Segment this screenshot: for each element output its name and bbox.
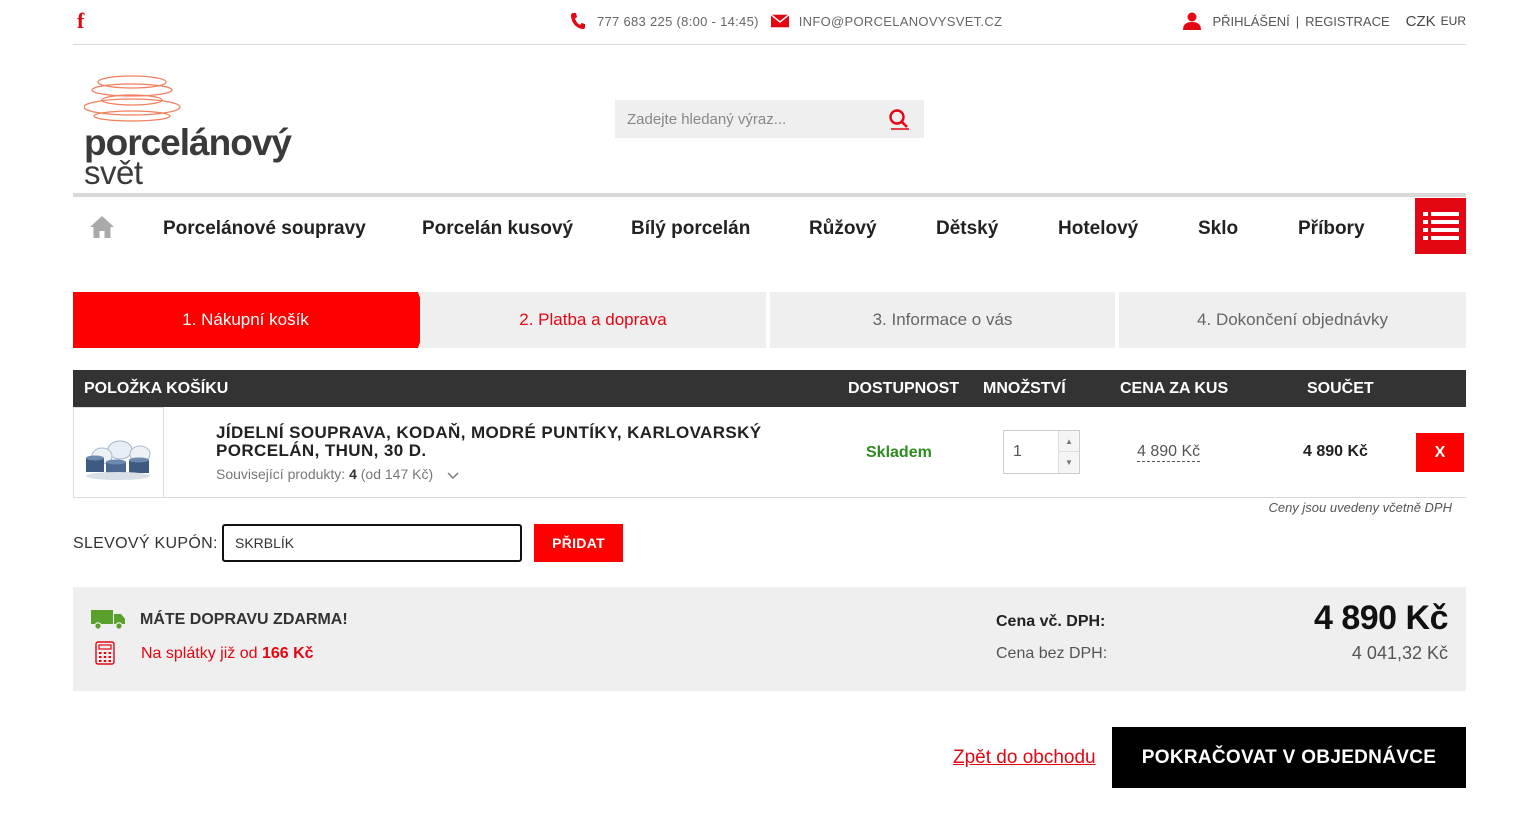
availability-status: Skladem [866,444,932,461]
related-price: (od 147 Kč) [360,466,434,482]
nav-item-kids[interactable]: Dětský [936,218,998,240]
free-shipping-text: MÁTE DOPRAVU ZDARMA! [140,611,348,628]
chevron-down-icon[interactable] [447,467,459,483]
phone-number[interactable]: 777 683 225 (8:00 - 14:45) [597,14,759,29]
nav-item-porcelain-sets[interactable]: Porcelánové soupravy [163,218,366,240]
add-coupon-button[interactable]: PŘIDAT [534,524,623,562]
search-box [615,100,924,138]
home-icon[interactable] [89,215,115,239]
related-products[interactable]: Související produkty: 4 (od 147 Kč) [216,466,459,483]
quantity-decrease-button[interactable]: ▼ [1058,452,1079,473]
price-novat-label: Cena bez DPH: [996,645,1108,662]
cart-table-header: POLOŽKA KOŠÍKU DOSTUPNOST MNOŽSTVÍ CENA … [73,370,1466,407]
installment-text: Na splátky již od [141,645,258,662]
related-count: 4 [349,466,357,482]
step-customer-info[interactable]: 3. Informace o vás [770,292,1115,348]
search-icon[interactable] [888,108,910,130]
order-summary: MÁTE DOPRAVU ZDARMA! Na splátky již od 1… [73,587,1466,691]
header-availability: DOSTUPNOST [848,380,960,397]
header-quantity: MNOŽSTVÍ [983,380,1066,397]
plates-icon [84,75,181,122]
top-bar: f 777 683 225 (8:00 - 14:45) INFO@PORCEL… [73,0,1466,45]
main-nav: Porcelánové soupravy Porcelán kusový Bíl… [73,197,1466,257]
step-payment-shipping[interactable]: 2. Platba a doprava [420,292,766,348]
step-finish-order[interactable]: 4. Dokončení objednávky [1119,292,1466,348]
nav-item-cutlery[interactable]: Příbory [1298,218,1365,240]
remove-item-button[interactable]: X [1416,433,1464,472]
price-novat-value: 4 041,32 Kč [1351,643,1448,663]
coupon-input[interactable] [222,524,522,562]
checkout-steps: 1. Nákupní košík 2. Platba a doprava 3. … [73,292,1466,348]
divider: | [1295,13,1300,29]
login-link[interactable]: PŘIHLÁŠENÍ [1212,14,1289,29]
price-vat-value: 4 890 Kč [1314,599,1449,637]
quantity-increase-button[interactable]: ▲ [1058,431,1079,452]
phone-icon [569,12,587,30]
register-link[interactable]: REGISTRACE [1305,14,1390,29]
quantity-input[interactable] [1004,431,1059,473]
back-to-shop-link[interactable]: Zpět do obchodu [953,747,1096,769]
continue-order-button[interactable]: POKRAČOVAT V OBJEDNÁVCE [1112,727,1466,788]
header-total: SOUČET [1307,380,1374,397]
row-total: 4 890 Kč [1303,443,1368,460]
nav-item-glass[interactable]: Sklo [1198,218,1238,240]
nav-item-white-porcelain[interactable]: Bílý porcelán [631,218,750,240]
calculator-icon [95,641,115,665]
facebook-icon[interactable]: f [77,8,84,34]
nav-item-porcelain-single[interactable]: Porcelán kusový [422,218,573,240]
nav-item-hotel[interactable]: Hotelový [1058,218,1138,240]
installment-info[interactable]: Na splátky již od 166 Kč [141,645,314,663]
logo[interactable]: porcelánový svět [84,74,294,192]
account-links: PŘIHLÁŠENÍ | REGISTRACE CZK EUR [1182,12,1466,30]
product-image[interactable] [73,407,164,498]
menu-icon[interactable] [1415,198,1466,254]
header-item: POLOŽKA KOŠÍKU [84,380,229,397]
header-unit-price: CENA ZA KUS [1120,380,1229,397]
nav-item-pink[interactable]: Růžový [809,218,877,240]
step-cart[interactable]: 1. Nákupní košík [73,292,418,348]
quantity-stepper: ▲ ▼ [1003,430,1080,474]
vat-note: Ceny jsou uvedeny včetně DPH [1268,500,1452,515]
email-link[interactable]: INFO@PORCELANOVYSVET.CZ [799,14,1003,29]
related-label: Související produkty: [216,466,346,482]
user-icon [1182,12,1202,30]
logo-text-secondary: svět [84,154,143,191]
unit-price: 4 890 Kč [1137,443,1201,462]
price-vat-label: Cena vč. DPH: [996,613,1106,630]
truck-icon [91,608,126,630]
currency-eur[interactable]: EUR [1441,14,1466,28]
installment-amount: 166 Kč [261,645,314,662]
mail-icon [770,12,789,30]
coupon-label: SLEVOVÝ KUPÓN: [73,535,218,552]
table-row: JÍDELNÍ SOUPRAVA, KODAŇ, MODRÉ PUNTÍKY, … [73,407,1466,498]
contact-info: 777 683 225 (8:00 - 14:45) INFO@PORCELAN… [569,12,1002,30]
product-name[interactable]: JÍDELNÍ SOUPRAVA, KODAŇ, MODRÉ PUNTÍKY, … [216,424,776,460]
search-input[interactable] [615,100,875,138]
currency-czk[interactable]: CZK [1406,13,1436,30]
